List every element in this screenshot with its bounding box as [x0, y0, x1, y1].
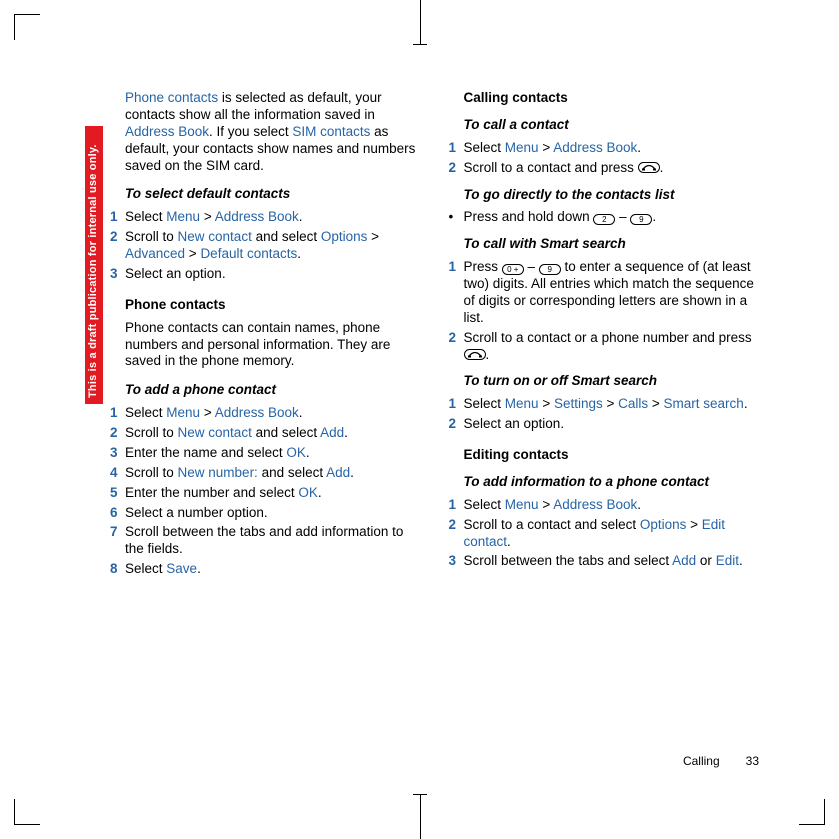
step-body: Enter the number and select OK.: [125, 485, 421, 502]
key-9-icon: 9: [630, 214, 652, 225]
link-phone-contacts: Phone contacts: [125, 90, 218, 105]
step-body: Scroll to a contact and press .: [464, 160, 760, 177]
step-number: 3: [449, 553, 464, 570]
page-content: Phone contacts is selected as default, y…: [110, 90, 759, 769]
crop-mark: [14, 14, 40, 40]
bullet-body: Press and hold down 2 – 9.: [464, 209, 760, 226]
heading-go-directly: To go directly to the contacts list: [464, 187, 760, 204]
heading-phone-contacts: Phone contacts: [125, 297, 421, 314]
phone-contacts-paragraph: Phone contacts can contain names, phone …: [125, 320, 421, 371]
step-body: Scroll between the tabs and add informat…: [125, 524, 421, 558]
heading-select-default: To select default contacts: [125, 186, 421, 203]
crop-mark: [420, 0, 421, 44]
left-column: Phone contacts is selected as default, y…: [110, 90, 421, 769]
step-number: 5: [110, 485, 125, 502]
heading-smart-search: To call with Smart search: [464, 236, 760, 253]
footer-section: Calling: [683, 754, 720, 768]
step-body: Scroll to New number: and select Add.: [125, 465, 421, 482]
bullet-press-hold: • Press and hold down 2 – 9.: [449, 209, 760, 226]
page-footer: Calling 33: [683, 754, 759, 769]
step-number: 1: [449, 396, 464, 413]
crop-mark: [413, 44, 427, 45]
step-number: 1: [110, 405, 125, 422]
step-body: Select Menu > Address Book.: [125, 209, 421, 226]
step-number: 3: [110, 445, 125, 462]
steps-add-info: 1Select Menu > Address Book. 2Scroll to …: [449, 497, 760, 571]
draft-label: This is a draft publication for internal…: [84, 125, 104, 405]
heading-editing-contacts: Editing contacts: [464, 447, 760, 464]
step-number: 2: [449, 416, 464, 433]
steps-smart-search: 1Press 0 + – 9 to enter a sequence of (a…: [449, 259, 760, 363]
step-body: Scroll between the tabs and select Add o…: [464, 553, 760, 570]
key-2-icon: 2: [593, 214, 615, 225]
step-body: Select Menu > Address Book.: [464, 497, 760, 514]
step-body: Select a number option.: [125, 505, 421, 522]
crop-mark: [413, 794, 427, 795]
step-number: 1: [110, 209, 125, 226]
step-number: 2: [449, 517, 464, 551]
steps-add-phone-contact: 1Select Menu > Address Book. 2Scroll to …: [110, 405, 421, 578]
heading-calling-contacts: Calling contacts: [464, 90, 760, 107]
link-address-book: Address Book: [125, 124, 209, 139]
step-number: 2: [110, 425, 125, 442]
step-number: 7: [110, 524, 125, 558]
crop-mark: [799, 799, 825, 825]
call-key-icon: [638, 162, 660, 173]
step-body: Select Menu > Address Book.: [125, 405, 421, 422]
step-body: Select Menu > Settings > Calls > Smart s…: [464, 396, 760, 413]
steps-call-contact: 1Select Menu > Address Book. 2Scroll to …: [449, 140, 760, 177]
heading-add-info: To add information to a phone contact: [464, 474, 760, 491]
step-body: Select Menu > Address Book.: [464, 140, 760, 157]
bullet-dot: •: [449, 209, 464, 226]
step-body: Enter the name and select OK.: [125, 445, 421, 462]
step-body: Select Save.: [125, 561, 421, 578]
step-body: Scroll to New contact and select Add.: [125, 425, 421, 442]
step-number: 3: [110, 266, 125, 283]
step-number: 2: [449, 160, 464, 177]
heading-smart-on-off: To turn on or off Smart search: [464, 373, 760, 390]
link-sim-contacts: SIM contacts: [292, 124, 370, 139]
step-body: Select an option.: [125, 266, 421, 283]
key-0-icon: 0 +: [502, 264, 524, 275]
step-body: Scroll to New contact and select Options…: [125, 229, 421, 263]
step-body: Scroll to a contact and select Options >…: [464, 517, 760, 551]
steps-smart-on-off: 1Select Menu > Settings > Calls > Smart …: [449, 396, 760, 433]
step-number: 4: [110, 465, 125, 482]
heading-add-phone-contact: To add a phone contact: [125, 382, 421, 399]
crop-mark: [420, 795, 421, 839]
key-9-icon: 9: [539, 264, 561, 275]
step-body: Select an option.: [464, 416, 760, 433]
steps-select-default: 1Select Menu > Address Book. 2Scroll to …: [110, 209, 421, 283]
step-number: 8: [110, 561, 125, 578]
step-body: Press 0 + – 9 to enter a sequence of (at…: [464, 259, 760, 327]
crop-mark: [14, 799, 40, 825]
step-number: 1: [449, 497, 464, 514]
intro-paragraph: Phone contacts is selected as default, y…: [125, 90, 421, 174]
step-number: 6: [110, 505, 125, 522]
step-number: 2: [449, 330, 464, 364]
step-number: 1: [449, 259, 464, 327]
step-number: 2: [110, 229, 125, 263]
step-body: Scroll to a contact or a phone number an…: [464, 330, 760, 364]
heading-to-call-a-contact: To call a contact: [464, 117, 760, 134]
right-column: Calling contacts To call a contact 1Sele…: [449, 90, 760, 769]
step-number: 1: [449, 140, 464, 157]
footer-page-number: 33: [746, 754, 759, 768]
call-key-icon: [464, 349, 486, 360]
